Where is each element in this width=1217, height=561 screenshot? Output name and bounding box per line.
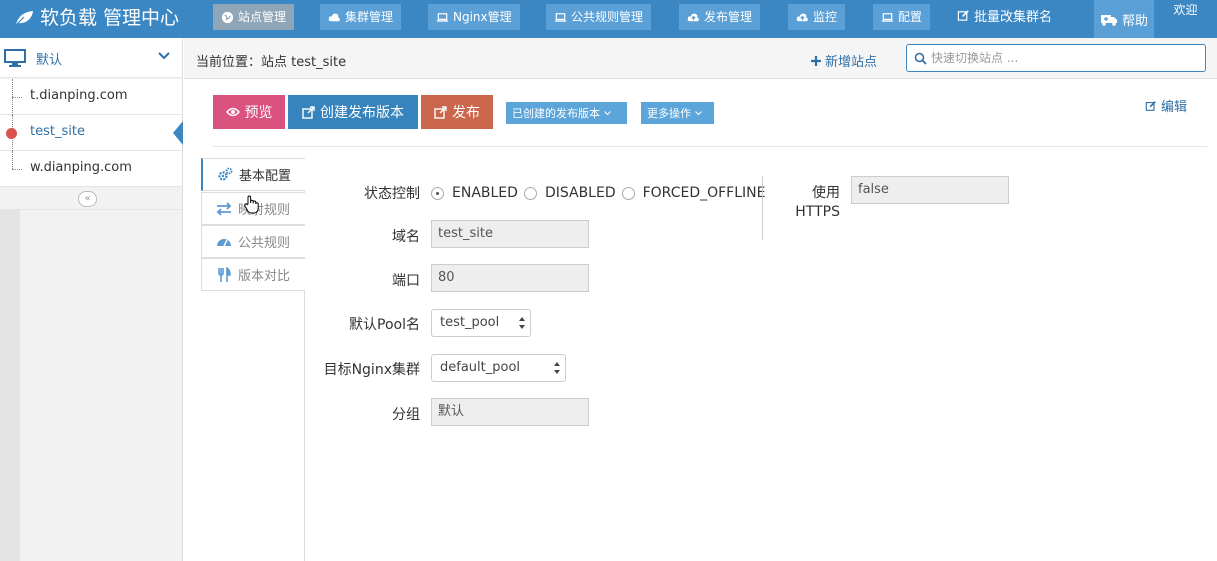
cogs-icon bbox=[218, 167, 233, 181]
use-https-label-line2: HTTPS bbox=[795, 204, 840, 220]
active-indicator bbox=[173, 121, 183, 145]
external-link-icon bbox=[302, 105, 315, 119]
nav-release-management[interactable]: 发布管理 bbox=[679, 4, 761, 30]
nav-configuration[interactable]: 配置 bbox=[873, 4, 931, 30]
nav-common-rule-management[interactable]: 公共规则管理 bbox=[546, 4, 652, 30]
select-arrows-icon bbox=[519, 317, 525, 329]
site-name: w.dianping.com bbox=[30, 160, 132, 175]
top-navbar: 软负载 管理中心 站点管理 集群管理 Nginx管理 公共规则管理 发布管理 监… bbox=[0, 0, 1217, 38]
brand-title: 软负载 管理中心 bbox=[40, 7, 180, 29]
config-tabs: 基本配置 映射规则 公共规则 版本对比 bbox=[201, 158, 305, 561]
select-arrows-icon bbox=[554, 362, 560, 374]
add-site-link[interactable]: 新增站点 bbox=[811, 51, 877, 70]
default-pool-label: 默认Pool名 bbox=[349, 317, 420, 333]
external-link-icon bbox=[434, 105, 447, 119]
leaf-icon bbox=[15, 11, 33, 26]
site-search-input[interactable] bbox=[931, 49, 1201, 67]
site-item-t-dianping[interactable]: t.dianping.com bbox=[0, 79, 182, 115]
eye-icon bbox=[225, 107, 240, 117]
created-versions-dropdown[interactable]: 已创建的发布版本 bbox=[506, 102, 627, 124]
sidebar-gutter bbox=[0, 210, 20, 561]
laptop-icon bbox=[881, 12, 894, 22]
status-forced-offline-radio[interactable] bbox=[621, 186, 635, 200]
port-label: 端口 bbox=[392, 273, 420, 289]
edit-link[interactable]: 编辑 bbox=[1145, 96, 1187, 115]
use-https-field[interactable]: false bbox=[851, 176, 1009, 204]
tab-common-rules[interactable]: 公共规则 bbox=[201, 225, 305, 258]
map-marker-icon bbox=[6, 128, 17, 139]
dashboard-icon bbox=[217, 238, 231, 246]
site-name: t.dianping.com bbox=[30, 88, 128, 103]
target-nginx-cluster-value: default_pool bbox=[440, 360, 521, 375]
domain-field[interactable]: test_site bbox=[431, 220, 589, 248]
chevron-down-icon bbox=[604, 110, 611, 115]
site-sidebar: 默认 t.dianping.com test_site w.dianping.c… bbox=[0, 38, 183, 561]
status-control-radios: ENABLED DISABLED FORCED_OFFLINE bbox=[431, 185, 772, 201]
form-column-divider bbox=[762, 176, 763, 240]
hand-pointer-icon bbox=[244, 195, 259, 214]
cloud-upload-icon bbox=[687, 13, 699, 21]
status-control-label: 状态控制 bbox=[364, 186, 420, 202]
laptop-icon bbox=[436, 12, 449, 22]
desktop-icon bbox=[4, 49, 26, 67]
more-actions-dropdown[interactable]: 更多操作 bbox=[641, 102, 714, 124]
cutlery-icon bbox=[218, 266, 231, 282]
batch-rename-cluster-link[interactable]: 批量改集群名 bbox=[957, 6, 1052, 25]
chevron-down-icon bbox=[695, 110, 702, 115]
breadcrumb: 当前位置：站点 test_site bbox=[196, 55, 347, 70]
create-release-version-button[interactable]: 创建发布版本 bbox=[288, 95, 418, 129]
default-pool-value: test_pool bbox=[440, 315, 500, 330]
status-enabled-radio[interactable] bbox=[431, 186, 444, 200]
cloud-upload-icon bbox=[796, 13, 808, 21]
site-item-w-dianping[interactable]: w.dianping.com bbox=[0, 151, 182, 187]
group-field[interactable]: 默认 bbox=[431, 398, 589, 426]
nav-monitoring[interactable]: 监控 bbox=[788, 4, 846, 30]
preview-button[interactable]: 预览 bbox=[213, 95, 285, 129]
edit-icon bbox=[1145, 100, 1156, 111]
publish-button[interactable]: 发布 bbox=[421, 95, 493, 129]
sidebar-collapse-row: « bbox=[0, 186, 182, 210]
search-icon bbox=[914, 52, 927, 65]
site-item-test-site[interactable]: test_site bbox=[0, 115, 183, 151]
help-button[interactable]: 帮助 bbox=[1094, 0, 1154, 38]
breadcrumb-bar: 当前位置：站点 test_site 新增站点 bbox=[184, 38, 1217, 79]
site-group-header[interactable]: 默认 bbox=[0, 38, 182, 78]
edit-icon bbox=[957, 10, 969, 21]
status-option-label: FORCED_OFFLINE bbox=[642, 185, 766, 201]
domain-label: 域名 bbox=[392, 229, 420, 245]
tab-version-compare[interactable]: 版本对比 bbox=[201, 258, 305, 291]
nav-cluster-management[interactable]: 集群管理 bbox=[320, 4, 402, 30]
target-nginx-cluster-label: 目标Nginx集群 bbox=[323, 362, 420, 378]
nav-nginx-management[interactable]: Nginx管理 bbox=[428, 4, 520, 30]
cloud-icon bbox=[328, 13, 340, 21]
status-option-label: ENABLED bbox=[452, 185, 518, 201]
site-name: test_site bbox=[30, 124, 85, 139]
group-label: 分组 bbox=[392, 407, 420, 423]
brand[interactable]: 软负载 管理中心 bbox=[14, 5, 179, 31]
nav-site-management[interactable]: 站点管理 bbox=[213, 4, 295, 30]
default-pool-select[interactable]: test_pool bbox=[431, 309, 531, 337]
chevron-down-icon[interactable] bbox=[158, 50, 170, 62]
status-option-label: DISABLED bbox=[544, 185, 616, 201]
status-disabled-radio[interactable] bbox=[523, 186, 537, 200]
site-group-name: 默认 bbox=[36, 53, 63, 68]
welcome-menu[interactable]: 欢迎 bbox=[1154, 0, 1217, 38]
use-https-label-line1: 使用 bbox=[812, 185, 840, 201]
site-search-box[interactable] bbox=[906, 44, 1206, 72]
globe-icon bbox=[221, 11, 234, 23]
collapse-sidebar-button[interactable]: « bbox=[78, 191, 97, 207]
tab-basic-config[interactable]: 基本配置 bbox=[201, 158, 305, 191]
exchange-icon bbox=[216, 201, 232, 216]
target-nginx-cluster-select[interactable]: default_pool bbox=[431, 354, 566, 382]
plus-icon bbox=[811, 55, 821, 66]
port-field[interactable]: 80 bbox=[431, 264, 589, 292]
actions-divider bbox=[213, 146, 1207, 147]
laptop-icon bbox=[554, 12, 567, 22]
ambulance-icon bbox=[1100, 14, 1117, 26]
